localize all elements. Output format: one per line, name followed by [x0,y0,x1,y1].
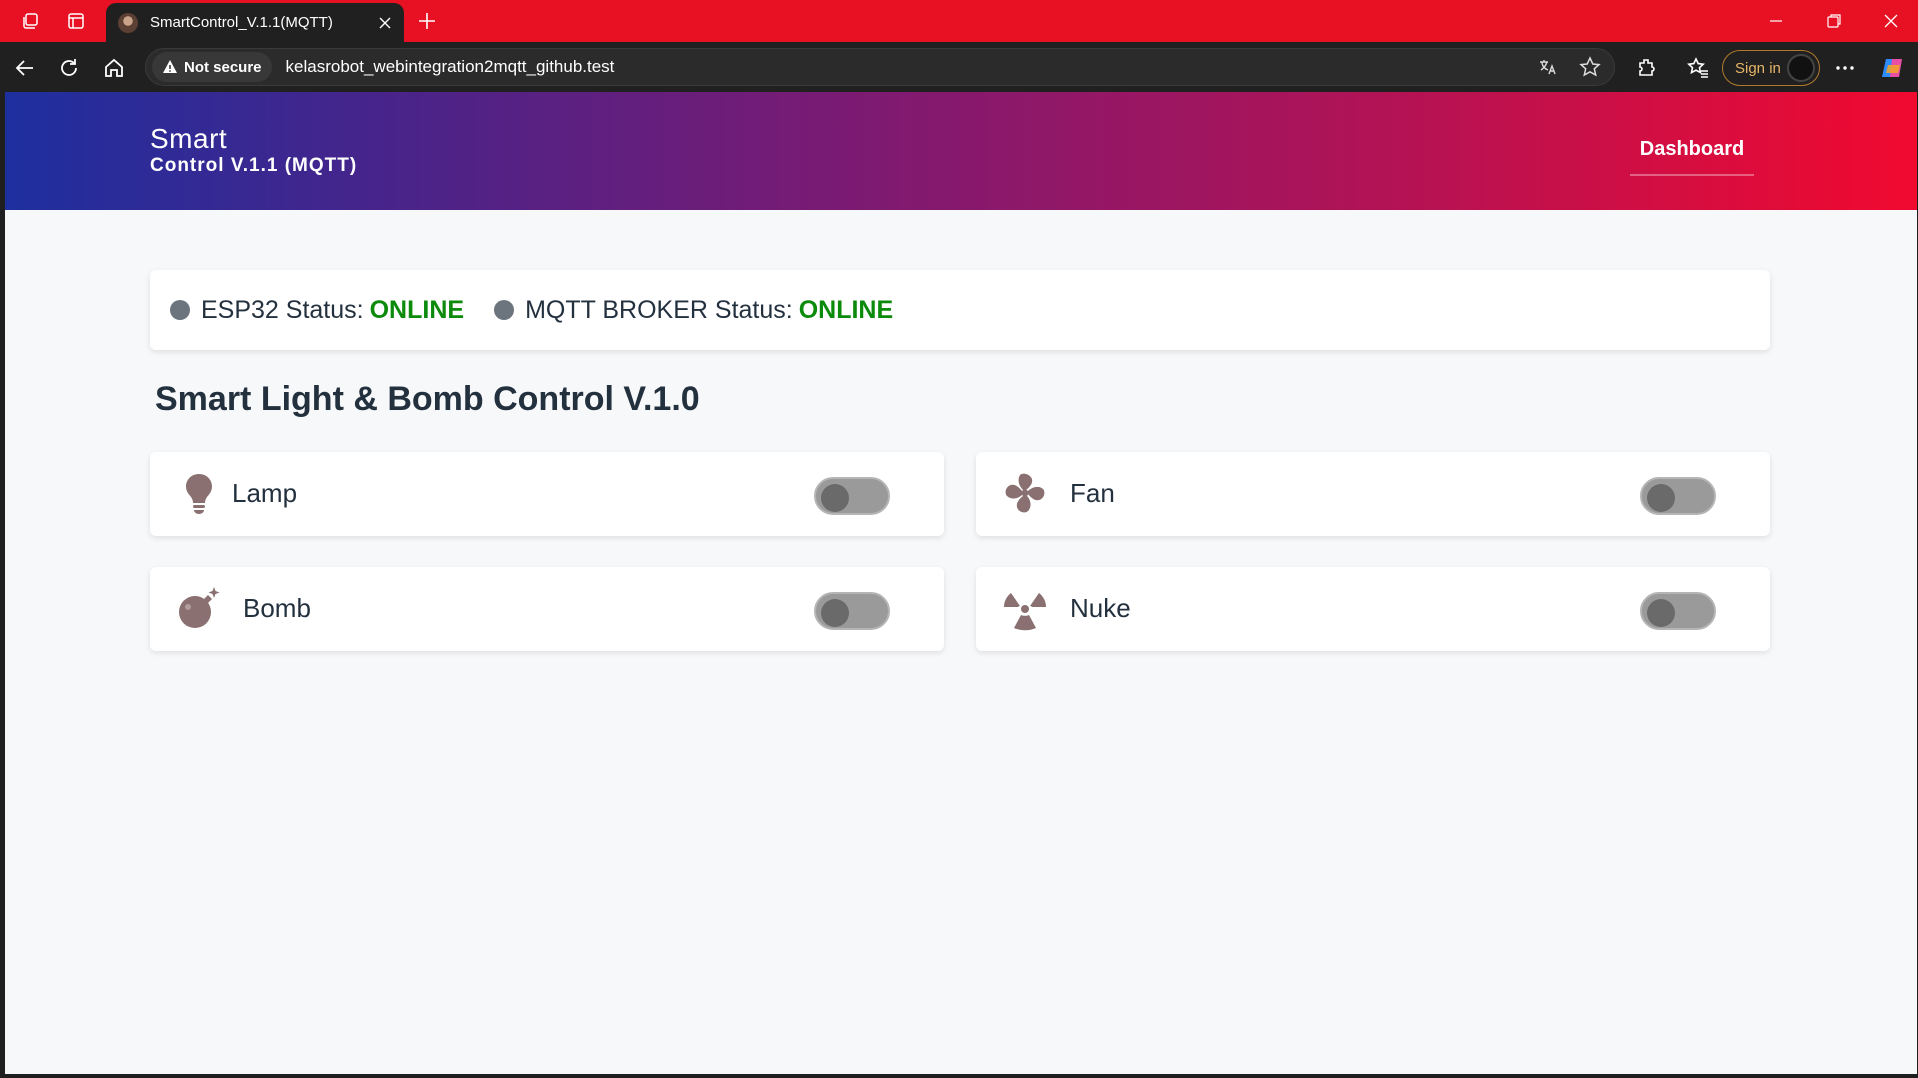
address-bar[interactable]: Not secure kelasrobot_webintegration2mqt… [145,48,1615,86]
device-card-nuke: Nuke [976,567,1770,651]
bomb-icon [179,587,220,628]
close-tab-icon[interactable] [370,8,400,38]
toggle-knob [1647,484,1675,512]
favorites-icon[interactable] [1681,51,1715,85]
device-label: Lamp [232,478,298,508]
url-text[interactable]: kelasrobot_webintegration2mqtt_github.te… [286,57,615,77]
mqtt-status-value: ONLINE [798,295,894,324]
section-title: Smart Light & Bomb Control V.1.0 [155,380,700,418]
more-options-icon[interactable] [1828,51,1862,85]
workspaces-icon[interactable] [10,1,50,41]
lightbulb-icon [186,474,212,514]
lamp-toggle-switch[interactable] [814,477,890,515]
device-label: Fan [1070,478,1115,508]
radiation-icon [1004,593,1046,631]
copilot-icon[interactable] [1876,51,1910,85]
nav-dashboard-link[interactable]: Dashboard [1630,138,1754,176]
brand-title: Smart [150,123,228,154]
page-viewport: Smart Control V.1.1 (MQTT) Dashboard ESP… [5,92,1917,1074]
security-label: Not secure [184,58,262,76]
esp32-status-value: ONLINE [369,295,465,324]
sign-in-button[interactable]: Sign in [1722,50,1820,86]
device-label: Nuke [1070,593,1131,623]
mqtt-status-label: MQTT BROKER Status: [525,295,793,324]
site-header: Smart Control V.1.1 (MQTT) Dashboard [5,92,1917,210]
device-card-bomb: Bomb [150,567,944,651]
fan-toggle-switch[interactable] [1640,477,1716,515]
back-arrow-icon[interactable] [8,51,42,85]
site-favicon-icon [118,12,138,33]
status-panel: ESP32 Status: ONLINE MQTT BROKER Status:… [150,270,1770,350]
brand-logo[interactable]: Smart Control V.1.1 (MQTT) [150,124,357,178]
device-card-fan: Fan [976,452,1770,536]
close-window-icon[interactable] [1862,0,1918,42]
toggle-knob [821,484,849,512]
restore-icon[interactable] [1805,0,1863,42]
esp32-status: ESP32 Status: ONLINE [170,296,464,325]
status-dot-icon [494,300,515,320]
browser-tab-active[interactable]: SmartControl_V.1.1(MQTT) [106,3,404,42]
home-icon[interactable] [97,51,131,85]
site-security-indicator[interactable]: Not secure [152,52,272,82]
profile-avatar [1787,54,1815,82]
minimize-icon[interactable] [1747,0,1805,42]
toggle-knob [821,599,849,627]
device-card-lamp: Lamp [150,452,944,536]
translate-icon[interactable] [1534,53,1562,81]
tab-title: SmartControl_V.1.1(MQTT) [150,14,333,31]
brand-subtitle: Control V.1.1 (MQTT) [150,155,358,176]
tab-actions-icon[interactable] [56,1,96,41]
refresh-icon[interactable] [52,51,86,85]
device-label: Bomb [243,593,311,623]
nuke-toggle-switch[interactable] [1640,592,1716,630]
status-dot-icon [170,300,190,320]
warning-icon [163,60,177,73]
mqtt-status: MQTT BROKER Status: ONLINE [494,296,893,325]
fan-icon [1005,473,1045,513]
new-tab-icon[interactable] [412,6,442,36]
toggle-knob [1647,599,1675,627]
favorite-star-icon[interactable] [1576,53,1604,81]
browser-toolbar: Not secure kelasrobot_webintegration2mqt… [0,42,1918,92]
bomb-toggle-switch[interactable] [814,592,890,630]
extensions-icon[interactable] [1630,51,1664,85]
esp32-status-label: ESP32 Status: [201,295,364,324]
sign-in-label: Sign in [1735,59,1781,77]
